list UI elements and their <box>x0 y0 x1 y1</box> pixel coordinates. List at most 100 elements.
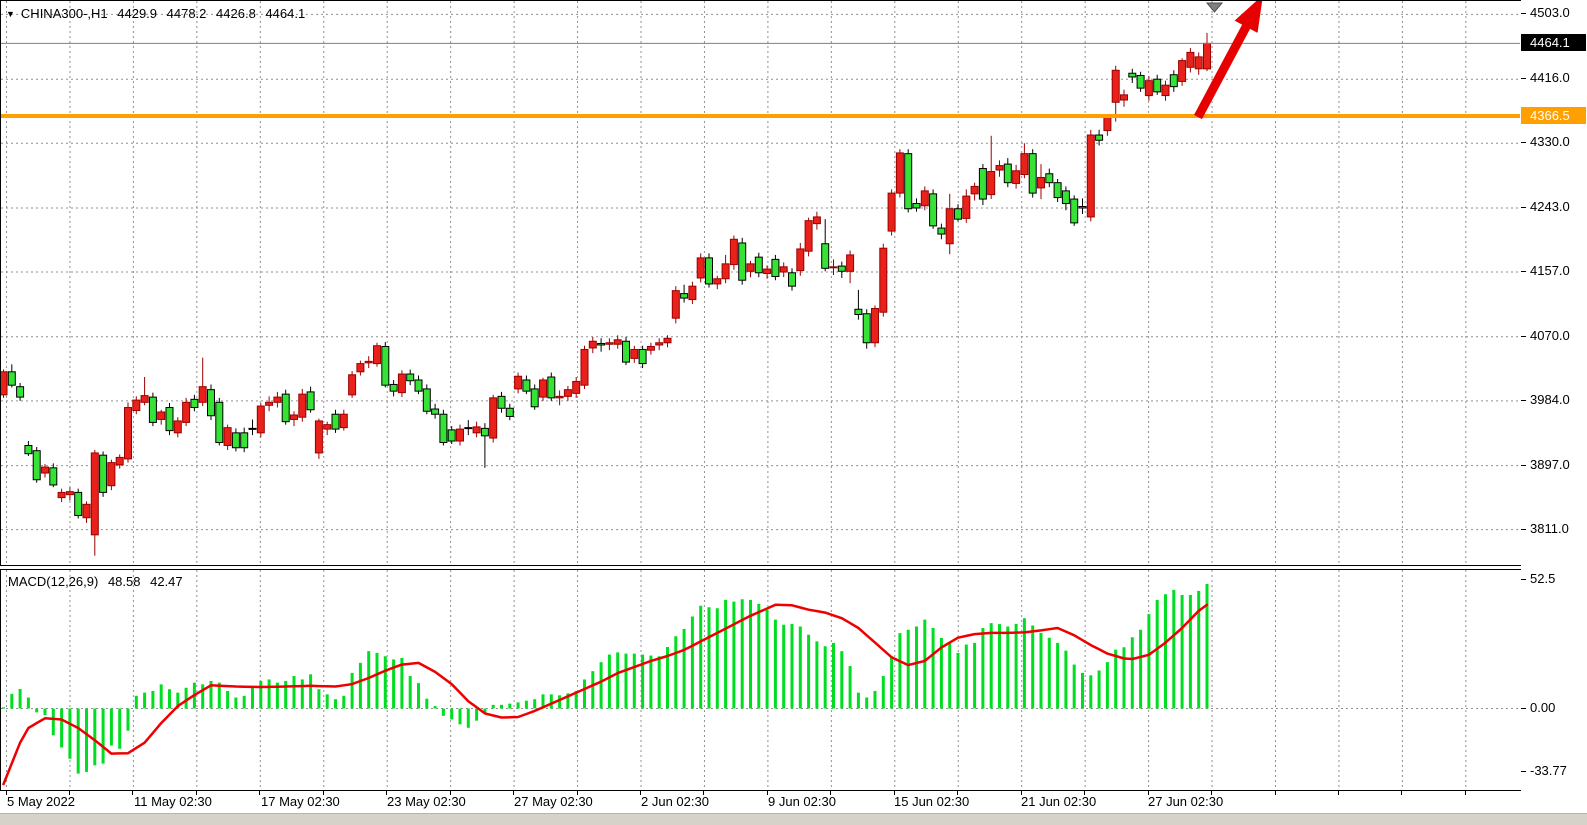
axis-tick <box>1521 579 1526 580</box>
candle-body <box>946 209 953 244</box>
candle-body <box>1004 164 1011 183</box>
candle-body <box>764 269 771 273</box>
candle-body <box>183 402 190 422</box>
ohlc-open: 4429.9 <box>117 6 157 21</box>
candle-body <box>349 375 356 395</box>
candle-body <box>457 429 464 441</box>
time-axis-tick <box>1465 791 1466 795</box>
candle-body <box>481 428 488 435</box>
candle-body <box>282 394 289 422</box>
current-price-badge: 4464.1 <box>1521 34 1586 51</box>
candle-body <box>515 376 522 389</box>
candle-body <box>1104 117 1111 130</box>
candle-body <box>83 504 90 517</box>
candle-body <box>888 193 895 231</box>
macd-canvas[interactable] <box>1 570 1520 790</box>
chart-title-bar: ▼ CHINA300-,H1 4429.9 4478.2 4426.8 4464… <box>6 6 311 21</box>
candle-body <box>465 428 472 429</box>
candle-body <box>1062 191 1069 204</box>
candle-body <box>581 349 588 385</box>
macd-indicator-label: MACD(12,26,9) 48.58 42.47 <box>8 574 189 589</box>
candle-body <box>614 340 621 344</box>
candle-body <box>1021 154 1028 175</box>
candle-body <box>166 408 173 431</box>
candle-body <box>1195 57 1202 69</box>
candle-body <box>730 239 737 264</box>
candle-body <box>448 430 455 441</box>
candle-body <box>1071 199 1078 223</box>
candle-body <box>880 248 887 312</box>
candle-body <box>241 433 248 448</box>
candle-body <box>299 394 306 417</box>
candle-body <box>50 468 57 485</box>
price-axis-label: 3897.0 <box>1530 457 1570 472</box>
candle-body <box>149 397 156 422</box>
time-axis-label: 15 Jun 02:30 <box>894 794 969 809</box>
candle-body <box>548 377 555 398</box>
time-axis[interactable]: 5 May 202211 May 02:3017 May 02:3023 May… <box>0 791 1521 813</box>
symbol-menu-icon[interactable]: ▼ <box>6 8 15 20</box>
price-axis[interactable]: 4503.04416.04330.04243.04157.04070.03984… <box>1521 0 1587 791</box>
price-axis-label: 4157.0 <box>1530 263 1570 278</box>
chart-title: CHINA300-,H1 4429.9 4478.2 4426.8 4464.1 <box>21 6 311 21</box>
time-axis-label: 5 May 2022 <box>7 794 75 809</box>
candle-body <box>755 257 762 273</box>
time-axis-tick <box>1401 791 1402 795</box>
macd-signal-line <box>4 605 1208 784</box>
candle-body <box>672 291 679 319</box>
candle-body <box>174 421 181 433</box>
candle-body <box>1013 171 1020 184</box>
time-axis-label: 21 Jun 02:30 <box>1021 794 1096 809</box>
time-axis-label: 23 May 02:30 <box>387 794 466 809</box>
trendline-price-badge: 4366.5 <box>1521 107 1586 124</box>
candle-body <box>432 409 439 414</box>
time-axis-tick <box>1338 791 1339 795</box>
candle-body <box>291 415 298 419</box>
candle-body <box>58 492 65 497</box>
candle-body <box>382 346 389 385</box>
candle-body <box>979 169 986 200</box>
candle-body <box>996 166 1003 170</box>
candle-body <box>564 390 571 397</box>
candle-body <box>398 374 405 393</box>
candle-body <box>340 414 347 427</box>
candle-body <box>1038 177 1045 187</box>
candle-body <box>813 217 820 224</box>
macd-panel[interactable] <box>0 569 1521 791</box>
ohlc-close: 4464.1 <box>265 6 305 21</box>
candle-body <box>357 364 364 372</box>
candle-body <box>407 374 414 381</box>
candle-body <box>415 380 422 391</box>
window-bottom-strip <box>0 813 1587 825</box>
candle-body <box>1079 207 1086 208</box>
ohlc-low: 4426.8 <box>216 6 256 21</box>
candles-layer <box>1 33 1211 556</box>
candle-body <box>232 433 239 448</box>
candle-body <box>133 400 140 410</box>
candle-body <box>42 467 49 473</box>
bar-position-marker-icon[interactable] <box>1207 3 1222 12</box>
price-axis-label: 4070.0 <box>1530 328 1570 343</box>
candle-body <box>1162 85 1169 95</box>
macd-axis-label: 52.5 <box>1530 571 1555 586</box>
candle-body <box>830 267 837 268</box>
candle-body <box>847 255 854 271</box>
price-chart-panel[interactable] <box>0 0 1521 566</box>
time-axis-label: 27 Jun 02:30 <box>1148 794 1223 809</box>
candle-body <box>266 402 273 405</box>
candle-body <box>896 153 903 193</box>
time-axis-label: 2 Jun 02:30 <box>641 794 709 809</box>
axis-tick <box>1521 708 1526 709</box>
candle-body <box>100 455 107 492</box>
candle-body <box>664 338 671 342</box>
price-chart-canvas[interactable] <box>1 1 1520 565</box>
candle-body <box>697 258 704 278</box>
candle-body <box>955 209 962 219</box>
candle-body <box>656 343 663 345</box>
axis-tick <box>1521 207 1526 208</box>
axis-tick <box>1521 142 1526 143</box>
time-axis-label: 27 May 02:30 <box>514 794 593 809</box>
trend-arrow-head[interactable] <box>1235 1 1263 33</box>
candle-body <box>423 389 430 411</box>
candle-body <box>390 384 397 391</box>
